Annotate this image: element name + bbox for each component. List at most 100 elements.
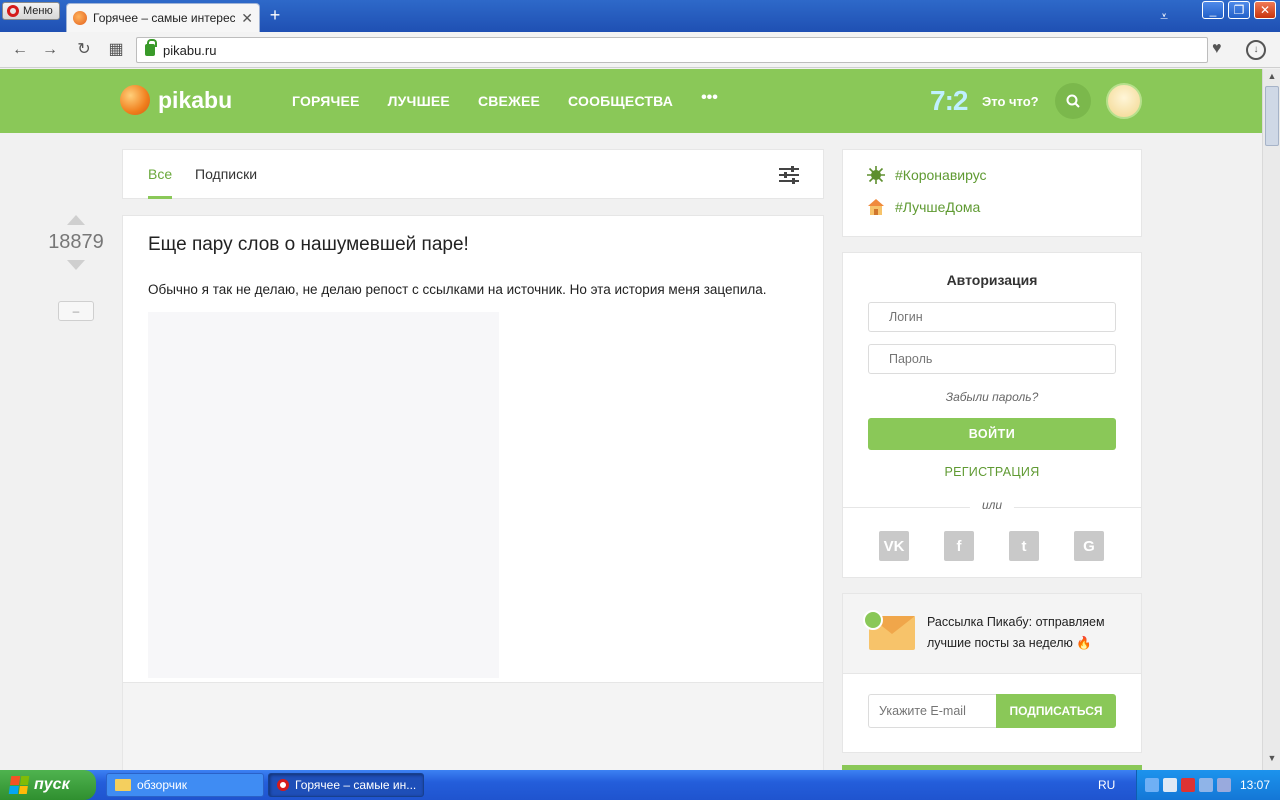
speed-dial-grid-icon[interactable]: ▦ [106,40,126,60]
language-indicator[interactable]: RU [1098,778,1115,792]
email-input[interactable] [868,694,998,728]
vertical-scrollbar[interactable]: ▲ ▼ [1262,69,1280,770]
logo-text: pikabu [158,86,233,113]
volume-icon[interactable] [1217,778,1231,792]
scroll-up-icon[interactable]: ▲ [1265,71,1279,85]
tag-coronavirus-label: #Коронавирус [895,167,987,183]
post-card: Еще пару слов о нашумевшей паре! Обычно … [122,215,824,683]
score-widget[interactable]: 7:2 [930,85,968,117]
ati-icon[interactable] [1181,778,1195,792]
newsletter-text: Рассылка Пикабу: отправляем лучшие посты… [927,615,1105,650]
tray-icons [1145,778,1231,792]
windows-taskbar: пуск обзорчик Горячее – самые ин... RU 1… [0,770,1280,800]
pikabu-logo-icon [120,85,150,115]
upvote-arrow-icon[interactable] [67,215,85,225]
facebook-icon[interactable]: f [944,531,974,561]
taskbar-item-folder[interactable]: обзорчик [106,773,264,797]
social-login: VK f t G [879,531,1104,561]
feed-tabs: Все Подписки [122,149,824,199]
nav-best[interactable]: ЛУЧШЕЕ [388,93,450,109]
taskbar-item-label: Горячее – самые ин... [295,778,417,792]
browser-titlebar: Меню Горячее – самые интересные ✕ + ⩡ _ … [0,0,1280,32]
main-nav: ГОРЯЧЕЕ ЛУЧШЕЕ СВЕЖЕЕ СООБЩЕСТВА ••• [292,89,718,109]
device-icon[interactable] [1199,778,1213,792]
browser-tab[interactable]: Горячее – самые интересные ✕ [66,3,260,32]
scroll-thumb[interactable] [1265,86,1279,146]
window-controls: _ ❐ ✕ [1202,1,1276,19]
opera-menu-button[interactable]: Меню [2,2,60,20]
rating-value: 18879 [48,231,104,253]
register-link[interactable]: РЕГИСТРАЦИЯ [843,465,1141,479]
newsletter-info: Рассылка Пикабу: отправляем лучшие посты… [843,594,1141,674]
back-arrow-icon[interactable]: ← [10,40,30,60]
pikabu-favicon-icon [73,11,87,25]
site-logo[interactable]: pikabu [120,85,232,115]
tag-coronavirus[interactable]: #Коронавирус [867,166,987,184]
google-icon[interactable]: G [1074,531,1104,561]
nav-more-icon[interactable]: ••• [701,89,718,109]
search-button[interactable] [1055,83,1091,119]
login-button[interactable]: ВОЙТИ [868,418,1116,450]
tag-better-home[interactable]: #ЛучшеДома [867,198,980,216]
downvote-arrow-icon[interactable] [67,260,85,270]
password-input[interactable] [868,344,1116,374]
chat-badge-icon [863,610,883,630]
post-image-placeholder[interactable] [148,312,499,678]
url-text: pikabu.ru [163,42,217,58]
auth-title: Авторизация [946,272,1038,288]
page-viewport: pikabu ГОРЯЧЕЕ ЛУЧШЕЕ СВЕЖЕЕ СООБЩЕСТВА … [0,69,1262,770]
computer-icon[interactable] [1163,778,1177,792]
tag-better-home-label: #ЛучшеДома [895,199,981,215]
tab-subscriptions[interactable]: Подписки [195,166,257,182]
post-title[interactable]: Еще пару слов о нашумевшей паре! [148,234,469,256]
clock[interactable]: 13:07 [1240,778,1270,792]
user-avatar[interactable] [1106,83,1142,119]
nav-communities[interactable]: СООБЩЕСТВА [568,93,673,109]
subscribe-button[interactable]: ПОДПИСАТЬСЯ [996,694,1116,728]
tab-title: Горячее – самые интересные [93,11,236,25]
virus-icon [867,166,885,184]
tab-menu-icon[interactable]: ⩡ [1160,8,1168,25]
feed-settings-icon[interactable] [779,166,799,184]
taskbar-item-label: обзорчик [137,778,187,792]
secure-lock-icon [145,39,157,56]
taskbar-item-opera[interactable]: Горячее – самые ин... [268,773,424,797]
score-info-link[interactable]: Это что? [982,94,1039,109]
opera-menu-label: Меню [23,5,53,17]
auth-block: Авторизация Забыли пароль? ВОЙТИ РЕГИСТР… [842,252,1142,578]
close-window-button[interactable]: ✕ [1254,1,1276,19]
tab-all[interactable]: Все [148,166,172,182]
post-rating: 18879 [44,215,108,270]
tab-close-icon[interactable]: ✕ [241,10,253,27]
nav-hot[interactable]: ГОРЯЧЕЕ [292,93,360,109]
hide-post-button[interactable]: – [58,301,94,321]
bookmark-heart-icon[interactable]: ♥ [1212,40,1222,58]
start-label: пуск [34,776,70,793]
network-icon[interactable] [1145,778,1159,792]
windows-logo-icon [8,776,30,794]
minimize-button[interactable]: _ [1202,1,1224,19]
scroll-down-icon[interactable]: ▼ [1265,753,1279,767]
forgot-password-link[interactable]: Забыли пароль? [843,390,1141,404]
opera-icon [277,779,289,791]
downloads-icon[interactable]: ↓ [1246,40,1266,60]
login-input[interactable] [868,302,1116,332]
tags-block: #Коронавирус #ЛучшеДома [842,149,1142,237]
twitter-icon[interactable]: t [1009,531,1039,561]
maximize-button[interactable]: ❐ [1228,1,1250,19]
newsletter-block: Рассылка Пикабу: отправляем лучшие посты… [842,593,1142,753]
new-tab-button[interactable]: + [266,6,284,24]
vk-icon[interactable]: VK [879,531,909,561]
start-button[interactable]: пуск [0,770,96,800]
post-footer-area [122,683,824,770]
or-label: или [969,498,1015,512]
reload-icon[interactable]: ↻ [74,40,94,60]
site-header: pikabu ГОРЯЧЕЕ ЛУЧШЕЕ СВЕЖЕЕ СООБЩЕСТВА … [0,69,1262,133]
folder-icon [115,779,131,791]
forward-arrow-icon[interactable]: → [40,40,60,60]
post-text: Обычно я так не делаю, не делаю репост с… [148,282,767,297]
address-toolbar: ← → ↻ ▦ pikabu.ru ♥ ↓ [0,32,1280,68]
nav-fresh[interactable]: СВЕЖЕЕ [478,93,540,109]
address-field[interactable]: pikabu.ru [136,37,1208,63]
active-tab-indicator [148,196,172,199]
